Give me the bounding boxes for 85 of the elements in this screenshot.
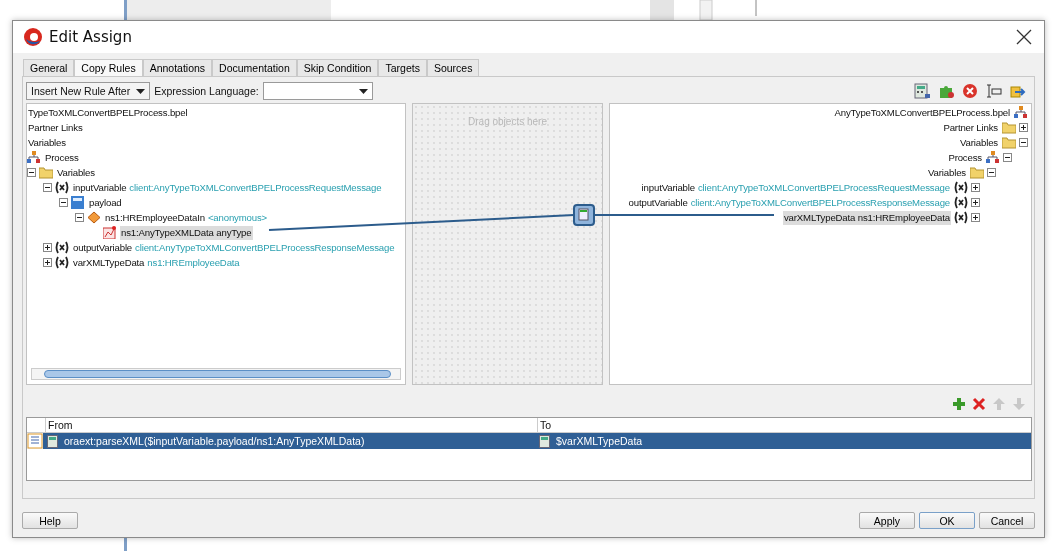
tab[interactable]: Skip Condition: [296, 59, 379, 76]
tree-node-label[interactable]: ns1:AnyTypeXMLData anyType: [120, 225, 253, 240]
tree-node-label[interactable]: Partner Links: [942, 120, 999, 135]
tree-node-label[interactable]: Variables: [927, 165, 967, 180]
expander-icon[interactable]: [43, 243, 52, 252]
hierarchy-icon: [986, 151, 1000, 164]
expression-language-dropdown[interactable]: [262, 82, 373, 100]
expander-icon[interactable]: [59, 198, 68, 207]
hierarchy-icon: [27, 151, 41, 164]
form-icon: [71, 196, 85, 209]
ok-button[interactable]: OK: [919, 512, 975, 529]
caret-icon: [358, 88, 368, 94]
table-row[interactable]: oraext:parseXML($inputVariable.payload/ns1:AnyTypeXMLData) $varXMLTypeData: [27, 433, 1031, 449]
table-cell: oraext:parseXML($inputVariable.payload/ns1:AnyTypeXMLData): [45, 434, 537, 448]
hierarchy-icon: [1014, 106, 1028, 119]
tab[interactable]: Annotations: [142, 59, 213, 76]
tab[interactable]: Copy Rules: [74, 59, 143, 76]
tree-node-label[interactable]: inputVariable client:AnyTypeToXMLConvertBPELProcessRequestMessage: [640, 180, 951, 195]
apply-button[interactable]: Apply: [859, 512, 915, 529]
diamond-icon: [87, 211, 101, 224]
expander-icon[interactable]: [971, 183, 980, 192]
tab[interactable]: Targets: [378, 59, 427, 76]
function-icon[interactable]: [914, 83, 930, 99]
variable-icon: [55, 256, 69, 269]
tree-node-label[interactable]: Process: [44, 150, 80, 165]
column-header[interactable]: To: [537, 418, 1031, 432]
variable-icon: [55, 181, 69, 194]
expander-icon[interactable]: [1003, 153, 1012, 162]
insert-mode-dropdown[interactable]: Insert New Rule After: [26, 82, 151, 100]
help-button[interactable]: Help: [22, 512, 78, 529]
folder-icon: [970, 166, 984, 179]
expander-icon[interactable]: [1019, 123, 1028, 132]
variable-icon: [954, 211, 968, 224]
attribute-icon: [103, 226, 117, 239]
window-title: Edit Assign: [49, 28, 132, 46]
app-logo-icon: [23, 27, 43, 47]
caret-icon: [136, 88, 146, 94]
expander-icon[interactable]: [971, 213, 980, 222]
function-icon: [47, 434, 60, 448]
puzzle-icon[interactable]: [938, 83, 954, 99]
background-line: [755, 0, 757, 17]
expander-icon[interactable]: [75, 213, 84, 222]
column-header[interactable]: From: [45, 418, 537, 432]
table-cell: $varXMLTypeData: [537, 434, 1031, 448]
tree-node-label[interactable]: Variables: [56, 165, 96, 180]
tree-node-label[interactable]: varXMLTypeData ns1:HREmployeeData: [72, 255, 241, 270]
tab[interactable]: Documentation: [212, 59, 297, 76]
tab[interactable]: General: [23, 59, 75, 76]
add-icon[interactable]: [952, 397, 966, 411]
text-cursor-icon[interactable]: [986, 83, 1002, 99]
tree-node-label[interactable]: Variables: [959, 135, 999, 150]
tree-node-label[interactable]: TypeToXMLConvertBPELProcess.bpel: [27, 105, 189, 120]
expander-icon[interactable]: [43, 183, 52, 192]
variable-icon: [954, 196, 968, 209]
folder-icon: [39, 166, 53, 179]
expression-language-label: Expression Language:: [154, 85, 259, 97]
cancel-button[interactable]: Cancel: [979, 512, 1035, 529]
expander-icon[interactable]: [27, 168, 36, 177]
expander-icon[interactable]: [43, 258, 52, 267]
tab[interactable]: Sources: [426, 59, 480, 76]
tree-node-label[interactable]: inputVariable client:AnyTypeToXMLConvertBPELProcessRequestMessage: [72, 180, 383, 195]
delete-icon[interactable]: [962, 83, 978, 99]
tree-node-label[interactable]: Variables: [27, 135, 67, 150]
expander-icon[interactable]: [1019, 138, 1028, 147]
variable-icon: [55, 241, 69, 254]
function-icon: [539, 434, 552, 448]
function-node[interactable]: [573, 204, 595, 226]
variable-icon: [954, 181, 968, 194]
background-divider: [124, 0, 127, 20]
tree-node-label[interactable]: varXMLTypeData ns1:HREmployeeData: [782, 210, 951, 225]
tree-node-label[interactable]: ns1:HREmployeeDataIn <anonymous>: [104, 210, 269, 225]
tree-node-label[interactable]: Partner Links: [27, 120, 84, 135]
tree-node-label[interactable]: outputVariable client:AnyTypeToXMLConvertBPELProcessResponseMessage: [72, 240, 396, 255]
folder-icon: [1002, 121, 1016, 134]
exit-arrow-icon[interactable]: [1010, 83, 1026, 99]
expander-icon[interactable]: [987, 168, 996, 177]
expander-icon[interactable]: [971, 198, 980, 207]
horizontal-scrollbar[interactable]: [31, 368, 401, 380]
tree-node-label[interactable]: AnyTypeToXMLConvertBPELProcess.bpel: [833, 105, 1011, 120]
tree-node-label[interactable]: payload: [88, 195, 123, 210]
tree-node-label[interactable]: Process: [947, 150, 983, 165]
tree-node-label[interactable]: outputVariable client:AnyTypeToXMLConvertBPELProcessResponseMessage: [627, 195, 951, 210]
close-icon[interactable]: [1016, 29, 1032, 45]
delete-icon[interactable]: [972, 397, 986, 411]
folder-icon: [1002, 136, 1016, 149]
